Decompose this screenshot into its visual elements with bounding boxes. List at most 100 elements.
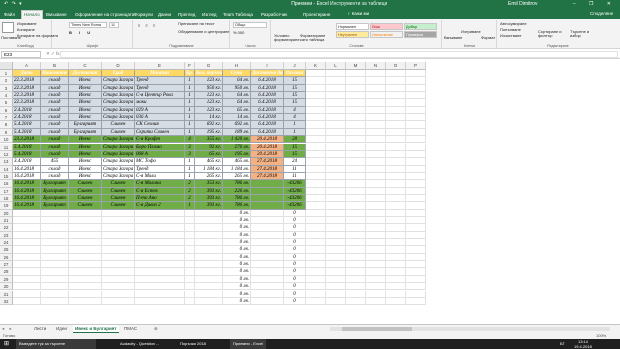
cell-city[interactable]: Стара Загора (102, 99, 135, 107)
cell-store[interactable]: С-я Давиз 2 (135, 202, 185, 210)
column-header-b[interactable]: B (41, 62, 69, 70)
cell-n[interactable] (366, 283, 386, 291)
cell-p[interactable] (406, 268, 426, 276)
cell-count[interactable]: 1 (185, 165, 195, 173)
tab-file[interactable]: Файл (2, 10, 17, 19)
cell-k[interactable] (306, 231, 326, 240)
cell-p[interactable] (406, 172, 426, 181)
cell-m[interactable] (346, 150, 366, 159)
cell-city[interactable] (102, 283, 135, 291)
cell-m[interactable] (346, 143, 366, 151)
cell-l[interactable] (326, 128, 346, 137)
cell-p[interactable] (406, 180, 426, 188)
cell-l[interactable] (326, 253, 346, 262)
cell-store[interactable] (135, 224, 185, 232)
cell-m[interactable] (346, 209, 366, 217)
cell-k[interactable] (306, 143, 326, 151)
cell-count[interactable]: 1 (185, 202, 195, 210)
row-header[interactable]: 24 (0, 239, 13, 247)
cell-sum[interactable]: 0 лв. (223, 231, 251, 240)
cell-note[interactable]: склад (41, 121, 69, 129)
cell-m[interactable] (346, 121, 366, 129)
cell-n[interactable] (366, 290, 386, 298)
share-button[interactable]: Споделяне (590, 9, 613, 19)
cell-delivery-date[interactable] (251, 246, 284, 254)
cell-m[interactable] (346, 187, 366, 195)
cell-supplier[interactable] (69, 224, 102, 232)
cell-city[interactable] (102, 275, 135, 284)
cell-sum[interactable]: 786 лв. (223, 194, 251, 203)
font-size-select[interactable]: 11 (109, 22, 119, 28)
sheet-tab-active[interactable]: Ивекс и Булгарият (73, 325, 119, 333)
cell-date[interactable] (13, 246, 41, 254)
cell-qty[interactable]: 123 кг. (195, 77, 223, 85)
style-neutral[interactable]: Неутрален (336, 31, 369, 38)
cell-l[interactable] (326, 99, 346, 107)
cell-l[interactable] (326, 283, 346, 291)
cell-o[interactable] (386, 143, 406, 151)
cell-supplier[interactable]: Сливен (69, 194, 102, 203)
cell-k[interactable] (306, 275, 326, 284)
header-cell-p[interactable] (406, 70, 426, 78)
cell-delivery-date[interactable] (251, 209, 284, 217)
cell-n[interactable] (366, 172, 386, 181)
cell-o[interactable] (386, 92, 406, 100)
cell-sum[interactable]: 0 лв. (223, 246, 251, 254)
cell-l[interactable] (326, 194, 346, 203)
cell-p[interactable] (406, 261, 426, 269)
cell-city[interactable]: Стара Загора (102, 150, 135, 159)
cell-o[interactable] (386, 297, 406, 306)
cell-store[interactable]: С-я Мали (135, 172, 185, 181)
cell-delivery-date[interactable]: 6.4.2018 (251, 99, 284, 107)
cell-date[interactable]: 3.4.2018 (13, 158, 41, 166)
cell-qty[interactable]: 465 кг. (195, 158, 223, 166)
cell-n[interactable] (366, 158, 386, 166)
cell-m[interactable] (346, 106, 366, 115)
cell-delivery-date[interactable] (251, 253, 284, 262)
cell-store[interactable]: СК Севлия (135, 121, 185, 129)
cell-p[interactable] (406, 290, 426, 298)
cell-city[interactable]: Стара Загора (102, 143, 135, 151)
cell-qty[interactable]: 65 кг. (195, 150, 223, 159)
cell-supplier[interactable] (69, 231, 102, 240)
column-header-a[interactable]: A (13, 62, 41, 70)
cell-store[interactable] (135, 231, 185, 240)
cell-sum[interactable]: 0 лв. (223, 268, 251, 276)
row-header[interactable]: 31 (0, 290, 13, 298)
cell-m[interactable] (346, 239, 366, 247)
tab-team[interactable]: Team Таблица (221, 10, 255, 19)
cell-p[interactable] (406, 194, 426, 203)
cell-city[interactable] (102, 297, 135, 306)
cell-date[interactable]: 23.3.2018 (13, 136, 41, 144)
cell-m[interactable] (346, 261, 366, 269)
cell-m[interactable] (346, 92, 366, 100)
cell-l[interactable] (326, 246, 346, 254)
cell-date[interactable] (13, 290, 41, 298)
format-painter-button[interactable]: Копиране на формати (17, 33, 58, 38)
cell-k[interactable] (306, 92, 326, 100)
cell-n[interactable] (366, 114, 386, 122)
cell-note[interactable] (41, 246, 69, 254)
cell-p[interactable] (406, 217, 426, 225)
cell-qty[interactable] (195, 239, 223, 247)
column-header-c[interactable]: C (69, 62, 102, 70)
cell-p[interactable] (406, 297, 426, 306)
cell-note[interactable] (41, 275, 69, 284)
cell-date[interactable] (13, 283, 41, 291)
cell-delivery-date[interactable]: 20.4.2018 (251, 143, 284, 151)
cell-date[interactable]: 5.4.2018 (13, 128, 41, 137)
row-header[interactable]: 2 (0, 77, 13, 85)
cell-diff[interactable]: 0 (284, 224, 306, 232)
row-header[interactable]: 29 (0, 275, 13, 284)
header-cell-supplier[interactable]: Доставчик (69, 70, 102, 78)
cell-store[interactable] (135, 239, 185, 247)
cell-delivery-date[interactable]: 6.4.2018 (251, 114, 284, 122)
cell-sum[interactable]: 0 лв. (223, 261, 251, 269)
cell-delivery-date[interactable] (251, 283, 284, 291)
header-cell-sum[interactable]: Сума (223, 70, 251, 78)
cell-sum[interactable]: 0 лв. (223, 217, 251, 225)
column-header-d[interactable]: D (102, 62, 135, 70)
cell-diff[interactable]: 0 (284, 231, 306, 240)
cell-qty[interactable] (195, 268, 223, 276)
cell-qty[interactable] (195, 283, 223, 291)
